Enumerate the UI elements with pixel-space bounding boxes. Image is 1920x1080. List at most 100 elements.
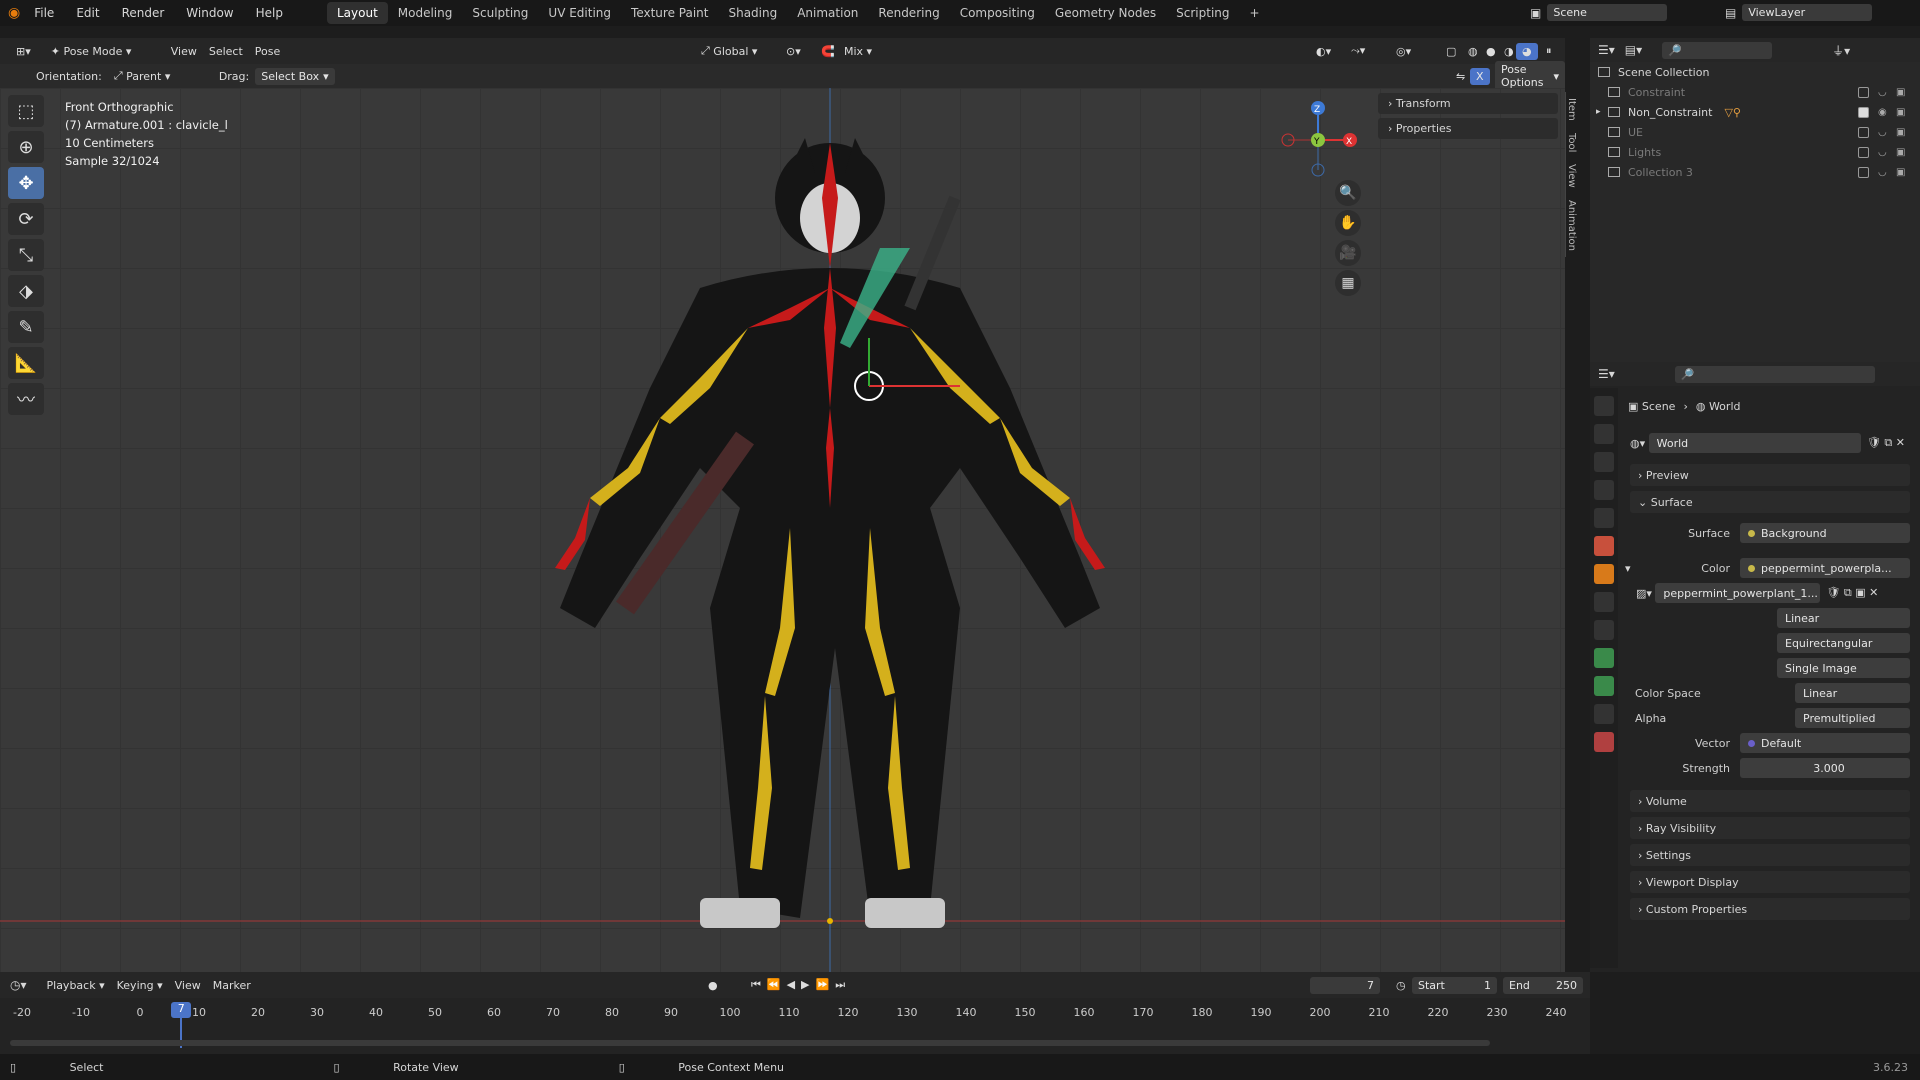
output-tab-icon[interactable]	[1594, 452, 1614, 472]
outliner-item-non-constraint[interactable]: ▸ Non_Constraint ▽⚲ ◉ ▣	[1590, 102, 1920, 122]
measure-tool-icon[interactable]: 📐	[8, 347, 44, 379]
render-tab-icon[interactable]	[1594, 424, 1614, 444]
tab-tool[interactable]: Tool	[1565, 126, 1577, 159]
section-surface[interactable]: ⌄ Surface	[1630, 491, 1910, 513]
annotate-tool-icon[interactable]: ✎	[8, 311, 44, 343]
pivot-icon[interactable]: ⊙▾	[780, 43, 807, 60]
view-layer-field[interactable]: ViewLayer	[1742, 4, 1873, 21]
interpolation-dropdown[interactable]: Linear	[1777, 608, 1910, 628]
mode-selector[interactable]: ✦ Pose Mode ▾	[45, 43, 145, 60]
alpha-dropdown[interactable]: Premultiplied	[1795, 708, 1910, 728]
world-tab-icon[interactable]	[1594, 536, 1614, 556]
tool-tab-icon[interactable]	[1594, 396, 1614, 416]
panel-transform[interactable]: › Transform	[1378, 93, 1558, 114]
menu-select[interactable]: Select	[203, 43, 249, 60]
eye-icon[interactable]: ◡	[1878, 127, 1887, 138]
playback-controls[interactable]: ⏮⏪◀▶⏩⏭	[745, 976, 857, 994]
expand-arrow-icon[interactable]: ▸	[1596, 107, 1601, 117]
section-viewport-display[interactable]: › Viewport Display	[1630, 871, 1910, 893]
camera-icon[interactable]: ▣	[1896, 107, 1905, 118]
scale-tool-icon[interactable]: ⤡	[8, 239, 44, 271]
menu-help[interactable]: Help	[256, 6, 283, 20]
tab-layout[interactable]: Layout	[326, 2, 388, 24]
camera-view-icon[interactable]: 🎥	[1335, 240, 1361, 266]
world-name-field[interactable]: World	[1648, 433, 1861, 453]
tab-animation[interactable]: Animation	[787, 2, 868, 24]
outliner-item-ue[interactable]: UE ◡ ▣	[1590, 122, 1920, 142]
current-frame-field[interactable]: 7	[1310, 976, 1380, 994]
scene-collection-row[interactable]: Scene Collection	[1590, 62, 1920, 82]
ortho-grid-icon[interactable]: ▦	[1335, 270, 1361, 296]
tab-uv-editing[interactable]: UV Editing	[538, 2, 621, 24]
outliner-editor-icon[interactable]: ☰▾	[1598, 43, 1615, 57]
surface-field[interactable]: Background	[1740, 523, 1910, 543]
camera-icon[interactable]: ▣	[1896, 147, 1905, 158]
start-frame-field[interactable]: Start 1	[1412, 976, 1497, 994]
menu-view[interactable]: View	[169, 977, 207, 994]
vector-field[interactable]: Default	[1740, 733, 1910, 753]
visibility-icon[interactable]: ◐▾	[1310, 43, 1337, 60]
view-layer-tab-icon[interactable]	[1594, 480, 1614, 500]
blender-logo-icon[interactable]: ◉	[8, 5, 20, 21]
camera-icon[interactable]: ▣	[1896, 127, 1905, 138]
color-field[interactable]: peppermint_powerpla...	[1740, 558, 1910, 578]
view-layer-selector[interactable]: ▤ ViewLayer	[1725, 4, 1873, 21]
3d-viewport[interactable]	[0, 88, 1565, 972]
pan-hand-icon[interactable]: ✋	[1335, 210, 1361, 236]
image-datablock-icons[interactable]: 🛡 ⧉ ▣ ✕	[1826, 586, 1878, 600]
menu-pose[interactable]: Pose	[249, 43, 286, 60]
tab-animation[interactable]: Animation	[1565, 193, 1577, 257]
exclude-checkbox[interactable]	[1858, 166, 1869, 178]
drag-dropdown[interactable]: Select Box ▾	[255, 67, 335, 85]
menu-window[interactable]: Window	[186, 6, 233, 20]
x-mirror-toggle[interactable]: X	[1470, 67, 1490, 85]
section-custom-properties[interactable]: › Custom Properties	[1630, 898, 1910, 920]
scene-selector[interactable]: ▣ Scene	[1530, 4, 1668, 21]
cursor-tool-icon[interactable]: ⊕	[8, 131, 44, 163]
menu-render[interactable]: Render	[122, 6, 165, 20]
filter-icon[interactable]: ⏚▾	[1832, 42, 1850, 59]
tab-view[interactable]: View	[1565, 158, 1577, 194]
timeline-ruler[interactable]: -20 -10 0 10 20 30 40 50 60 70 80 90 100 110 120 130 140…	[0, 1000, 1590, 1048]
eye-icon[interactable]: ◡	[1878, 87, 1887, 98]
rotate-tool-icon[interactable]: ⟳	[8, 203, 44, 235]
menu-marker[interactable]: Marker	[207, 977, 257, 994]
end-frame-field[interactable]: End 250	[1503, 976, 1583, 994]
exclude-checkbox[interactable]	[1858, 106, 1869, 118]
snap-icon[interactable]: 🧲	[815, 43, 841, 60]
gizmo-toggle-icon[interactable]: ⤳▾	[1345, 42, 1371, 60]
modifier-tab-icon[interactable]	[1594, 592, 1614, 612]
section-settings[interactable]: › Settings	[1630, 844, 1910, 866]
source-dropdown[interactable]: Single Image	[1777, 658, 1910, 678]
outliner-item-constraint[interactable]: Constraint ◡ ▣	[1590, 82, 1920, 102]
collapse-arrow-icon[interactable]: ▾	[1625, 562, 1631, 575]
tab-texture-paint[interactable]: Texture Paint	[621, 2, 718, 24]
display-mode-icon[interactable]: ▤▾	[1625, 43, 1642, 57]
eye-icon[interactable]: ◉	[1878, 107, 1887, 118]
color-space-dropdown[interactable]: Linear	[1795, 683, 1910, 703]
xray-toggle-icon[interactable]: ▢	[1440, 43, 1462, 60]
texture-tab-icon[interactable]	[1594, 732, 1614, 752]
preview-range-icon[interactable]: ◷	[1390, 977, 1412, 994]
menu-view[interactable]: View	[165, 43, 203, 60]
tab-scripting[interactable]: Scripting	[1166, 2, 1239, 24]
outliner-search-input[interactable]: 🔎	[1662, 41, 1773, 59]
tab-geometry-nodes[interactable]: Geometry Nodes	[1045, 2, 1166, 24]
menu-keying[interactable]: Keying ▾	[111, 977, 169, 994]
snap-mode-dropdown[interactable]: Mix ▾	[838, 43, 878, 60]
relax-pose-tool-icon[interactable]: 〰	[8, 383, 44, 415]
section-volume[interactable]: › Volume	[1630, 790, 1910, 812]
orientation-dropdown[interactable]: ⤢ Parent ▾	[108, 67, 203, 85]
tab-rendering[interactable]: Rendering	[868, 2, 949, 24]
object-tab-icon[interactable]	[1594, 564, 1614, 584]
outliner-item-collection-3[interactable]: Collection 3 ◡ ▣	[1590, 162, 1920, 182]
strength-field[interactable]: 3.000	[1740, 758, 1910, 778]
camera-icon[interactable]: ▣	[1896, 87, 1905, 98]
editor-type-icon[interactable]: ⊞▾	[10, 43, 37, 60]
timeline-scrollbar[interactable]	[10, 1040, 1490, 1046]
navigation-gizmo[interactable]: Z Y X	[1278, 98, 1358, 188]
zoom-icon[interactable]: 🔍	[1335, 180, 1361, 206]
image-icon[interactable]: ▨▾	[1636, 587, 1655, 600]
tab-sculpting[interactable]: Sculpting	[462, 2, 538, 24]
projection-dropdown[interactable]: Equirectangular	[1777, 633, 1910, 653]
